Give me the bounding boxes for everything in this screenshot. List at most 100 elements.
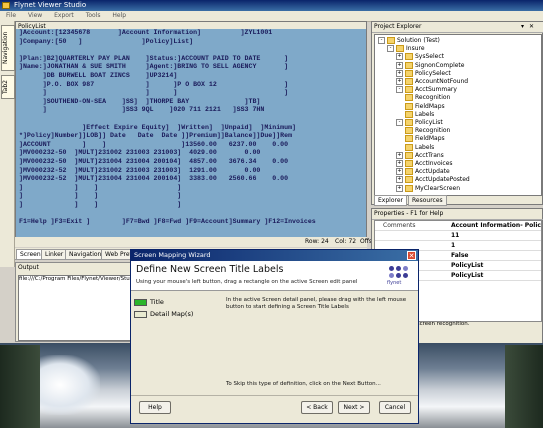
step-title-label: Title <box>150 298 164 306</box>
step-detail-maps: Detail Map(s) <box>134 310 193 318</box>
tree-node[interactable]: + SignonComplete <box>396 61 464 69</box>
tree-node[interactable]: - PolicyList <box>396 119 443 126</box>
tree-node-label: FieldMaps <box>415 102 445 110</box>
flynet-logo: flynet <box>387 265 413 287</box>
property-value: 11 <box>451 232 460 239</box>
expand-icon[interactable]: + <box>396 168 403 176</box>
project-explorer-title: Project Explorer <box>372 22 543 33</box>
close-icon[interactable]: ✕ <box>407 251 416 260</box>
properties-title: Properties - F1 for Help <box>372 209 543 220</box>
folder-icon <box>405 61 413 69</box>
collapse-icon[interactable]: - <box>396 119 403 126</box>
expand-icon[interactable]: + <box>396 69 403 77</box>
wizard-header: Define New Screen Title Labels Using you… <box>131 261 418 291</box>
project-tree[interactable]: - Solution (Test) - Insure + SysSelect + Signon… <box>374 34 542 196</box>
wizard-heading: Define New Screen Title Labels <box>136 264 284 275</box>
tree-node[interactable]: FieldMaps <box>405 102 445 110</box>
expand-icon[interactable]: + <box>396 61 403 69</box>
pin-icon[interactable]: ▾ <box>519 23 526 30</box>
expand-icon[interactable]: + <box>396 78 403 85</box>
folder-icon <box>405 102 413 110</box>
cancel-button[interactable]: Cancel <box>379 401 411 414</box>
expand-icon[interactable]: + <box>396 53 403 61</box>
next-button[interactable]: Next > <box>338 401 370 414</box>
menu-file[interactable]: File <box>6 12 16 19</box>
step-indicator-icon <box>134 298 147 306</box>
terminal-screen[interactable]: ]Account:[12345678 ]Account Information]… <box>16 29 366 239</box>
step-title: Title <box>134 298 164 306</box>
folder-icon <box>405 184 413 192</box>
tree-node-label: Insure <box>406 45 425 53</box>
expand-icon[interactable]: + <box>396 160 403 167</box>
expand-icon[interactable]: + <box>396 176 403 184</box>
tab-resources[interactable]: Resources <box>408 195 447 206</box>
tree-node[interactable]: Recognition <box>405 127 451 135</box>
tree-node[interactable]: Recognition <box>405 94 450 102</box>
tree-node[interactable]: + MyClearScreen <box>396 184 461 192</box>
side-tab-navigation[interactable]: Navigation <box>1 25 15 71</box>
window-title: Flynet Viewer Studio <box>14 1 87 9</box>
side-tab-2[interactable]: Tab2 <box>1 75 15 99</box>
project-explorer-tabs: Explorer Resources <box>374 195 540 206</box>
folder-icon <box>405 176 413 184</box>
expand-icon[interactable]: + <box>396 151 403 159</box>
tree-node[interactable]: - AcctSummary <box>396 86 457 94</box>
folder-icon <box>405 69 413 77</box>
close-icon[interactable]: ✕ <box>528 23 535 30</box>
wizard-skip-hint: To Skip this type of definition, click o… <box>226 381 381 387</box>
tree-node-label: Recognition <box>415 127 451 135</box>
tab-linker[interactable]: Linker <box>41 249 68 260</box>
tree-node[interactable]: - Solution (Test) <box>378 37 440 44</box>
tree-node[interactable]: + AcctUpdatePosted <box>396 176 470 184</box>
menu-tools[interactable]: Tools <box>86 12 101 19</box>
tree-node[interactable]: FieldMaps <box>405 135 445 143</box>
tree-node[interactable]: + AcctInvoices <box>396 160 453 167</box>
folder-icon <box>405 86 413 94</box>
project-explorer: Project Explorer ▾ ✕ - Solution (Test) - In… <box>371 21 543 206</box>
app-icon <box>2 2 10 9</box>
status-col: Col: 72 <box>335 238 357 245</box>
tab-explorer[interactable]: Explorer <box>374 195 407 206</box>
back-button[interactable]: < Back <box>301 401 333 414</box>
menu-export[interactable]: Export <box>54 12 74 19</box>
property-row[interactable]: 11 <box>375 231 541 241</box>
tree-node[interactable]: Labels <box>405 110 434 118</box>
tree-node-label: MyClearScreen <box>415 184 461 192</box>
tree-node-label: PolicyList <box>415 119 443 126</box>
collapse-icon[interactable]: - <box>378 37 385 44</box>
help-button[interactable]: Help <box>139 401 171 414</box>
tab-navigation[interactable]: Navigation <box>65 249 106 260</box>
tree-node[interactable]: + AcctUpdate <box>396 168 450 176</box>
step-detail-maps-label: Detail Map(s) <box>150 310 194 318</box>
folder-icon <box>405 94 413 102</box>
tree-node[interactable]: Labels <box>405 143 434 151</box>
screen-status-bar: Row: 24 Col: 72 Offset: 1912 <box>15 237 397 247</box>
tree-node[interactable]: + SysSelect <box>396 53 444 61</box>
folder-icon <box>405 127 413 135</box>
output-title: Output <box>18 264 39 271</box>
collapse-icon[interactable]: - <box>387 45 394 53</box>
tree-node-label: AcctInvoices <box>415 160 453 167</box>
terminal-text: ]Account:[12345678 ]Account Information]… <box>19 29 316 226</box>
tree-node-label: PolicySelect <box>415 69 451 77</box>
property-row[interactable]: Comments Account Information- Polic <box>375 221 541 231</box>
folder-icon <box>405 110 413 118</box>
property-value: Account Information- Polic <box>451 222 541 229</box>
tree-node-label: AcctUpdatePosted <box>415 176 470 184</box>
tree-node[interactable]: + AcctTrans <box>396 151 444 159</box>
menu-help[interactable]: Help <box>112 12 126 19</box>
wizard-button-bar: Help < Back Next > Cancel <box>131 395 418 424</box>
expand-icon[interactable]: + <box>396 184 403 192</box>
tree-node-label: FieldMaps <box>415 135 445 143</box>
tree-node-label: SysSelect <box>415 53 444 61</box>
window-titlebar: Flynet Viewer Studio <box>0 0 543 11</box>
menu-view[interactable]: View <box>28 12 42 19</box>
tree-node[interactable]: - Insure <box>387 45 425 53</box>
property-value: 1 <box>451 242 456 249</box>
folder-icon <box>405 143 413 151</box>
tree-silhouette <box>505 345 543 428</box>
tree-node[interactable]: + PolicySelect <box>396 69 451 77</box>
collapse-icon[interactable]: - <box>396 86 403 94</box>
folder-icon <box>405 135 413 143</box>
tree-node[interactable]: + AccountNotFound <box>396 78 468 85</box>
